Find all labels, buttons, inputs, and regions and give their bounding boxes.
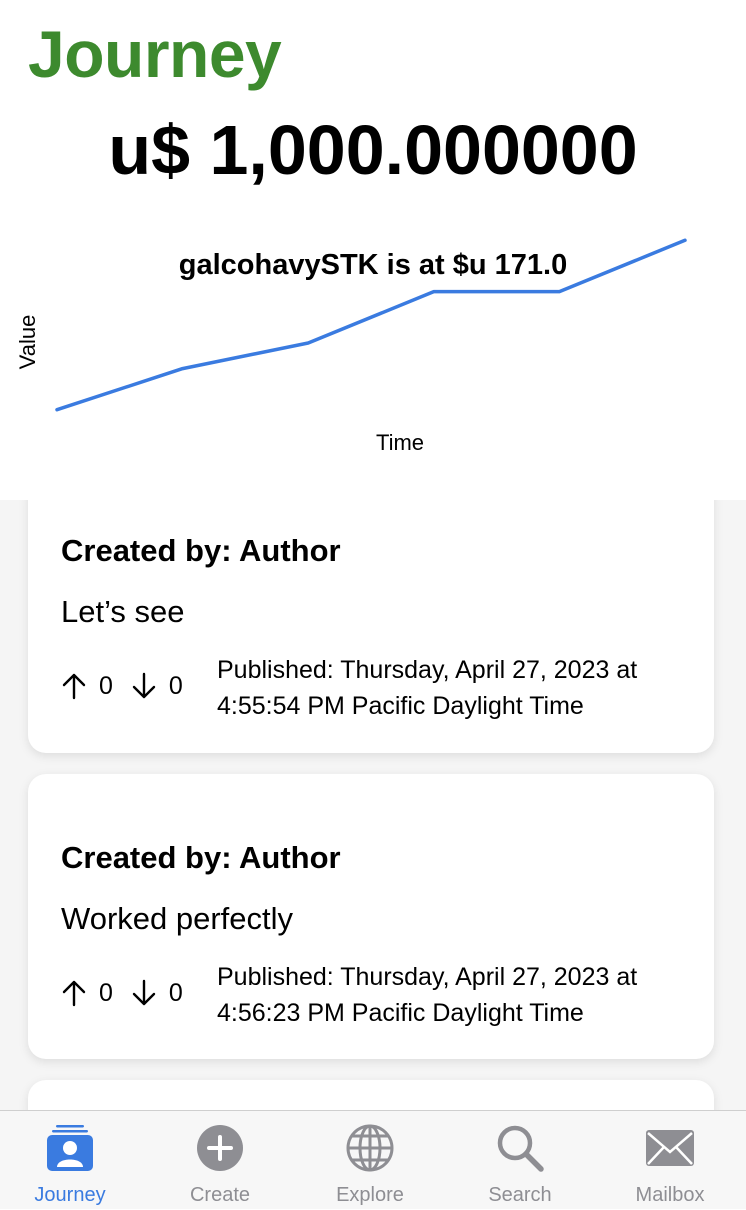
upvote-icon[interactable] bbox=[61, 672, 87, 700]
person-card-icon bbox=[45, 1123, 95, 1173]
downvote-count: 0 bbox=[168, 672, 183, 700]
tab-search[interactable]: Search bbox=[450, 1111, 590, 1210]
tab-bar: Journey Create Explore Search Mailbox bbox=[0, 1110, 746, 1209]
plus-circle-icon bbox=[195, 1123, 245, 1173]
published-date: Published: Thursday, April 27, 2023 at 4… bbox=[217, 652, 697, 724]
vote-controls: 0 0 bbox=[61, 671, 201, 701]
downvote-count: 0 bbox=[168, 979, 183, 1007]
post-author: Created by: Author bbox=[61, 840, 341, 875]
tab-explore[interactable]: Explore bbox=[300, 1111, 440, 1210]
series-line bbox=[55, 238, 687, 412]
envelope-icon bbox=[645, 1123, 695, 1173]
tab-create[interactable]: Create bbox=[150, 1111, 290, 1210]
post-body: Let’s see bbox=[61, 594, 185, 629]
published-date: Published: Thursday, April 27, 2023 at 4… bbox=[217, 959, 697, 1031]
tab-explore-label: Explore bbox=[336, 1184, 404, 1206]
upvote-count: 0 bbox=[99, 672, 113, 700]
post-feed[interactable]: Created by: Author Let’s see 0 0 Publish… bbox=[0, 500, 746, 1110]
post-author: Created by: Author bbox=[61, 533, 341, 568]
magnifying-glass-icon bbox=[495, 1123, 545, 1173]
tab-mailbox[interactable]: Mailbox bbox=[600, 1111, 740, 1210]
post-card[interactable] bbox=[28, 1080, 714, 1110]
tab-journey[interactable]: Journey bbox=[0, 1111, 140, 1210]
published-line-2: 4:56:23 PM Pacific Daylight Time bbox=[217, 999, 584, 1027]
tab-journey-label: Journey bbox=[34, 1184, 106, 1206]
vote-controls: 0 0 bbox=[61, 978, 201, 1008]
value-chart: Time Value bbox=[15, 238, 687, 455]
published-line-1: Published: Thursday, April 27, 2023 at bbox=[217, 656, 638, 684]
published-line-2: 4:55:54 PM Pacific Daylight Time bbox=[217, 692, 584, 720]
globe-icon bbox=[345, 1123, 395, 1173]
y-axis-label: Value bbox=[15, 315, 40, 370]
post-card[interactable]: Created by: Author Let’s see 0 0 Publish… bbox=[28, 500, 714, 753]
downvote-icon[interactable] bbox=[131, 979, 157, 1007]
upvote-count: 0 bbox=[99, 979, 113, 1007]
upvote-icon[interactable] bbox=[61, 979, 87, 1007]
downvote-icon[interactable] bbox=[131, 672, 157, 700]
tab-create-label: Create bbox=[189, 1184, 251, 1206]
tab-mailbox-label: Mailbox bbox=[635, 1184, 705, 1206]
post-body: Worked perfectly bbox=[61, 901, 294, 936]
x-axis-label: Time bbox=[376, 430, 424, 455]
published-line-1: Published: Thursday, April 27, 2023 at bbox=[217, 963, 638, 991]
tab-search-label: Search bbox=[488, 1184, 552, 1206]
header: Journey u$ 1,000.000000 galcohavySTK is … bbox=[0, 0, 746, 500]
post-card[interactable]: Created by: Author Worked perfectly 0 0 … bbox=[28, 774, 714, 1059]
